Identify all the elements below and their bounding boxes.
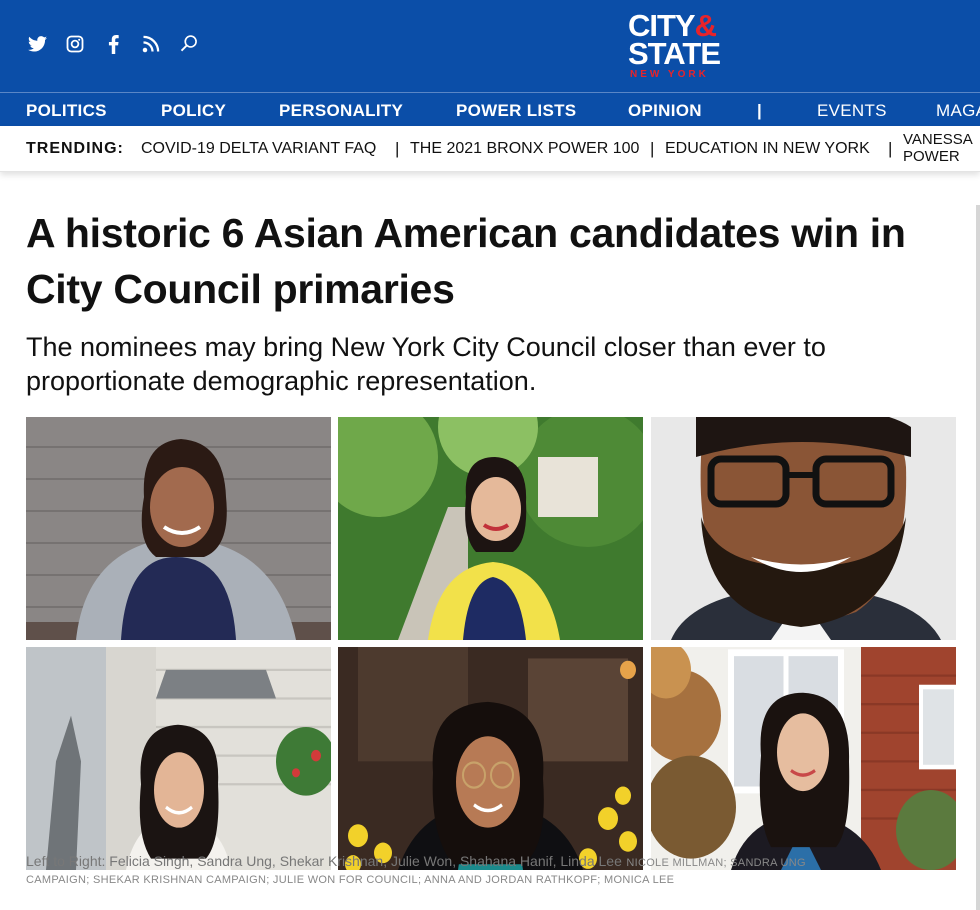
trending-link-3[interactable]: EDUCATION IN NEW YORK [665,140,870,158]
trending-link-4[interactable]: VANESSA POWER [903,131,973,165]
trending-separator: | [888,139,893,158]
candidate-photo [338,417,643,640]
trending-label: TRENDING: [26,140,124,157]
trending-separator: | [650,139,655,158]
nav-item-politics[interactable]: POLITICS [26,101,107,121]
lead-photo-collage [26,417,956,870]
scrollbar-track[interactable] [976,205,980,910]
nav-item-personality[interactable]: PERSONALITY [279,101,403,121]
rss-icon[interactable] [140,33,162,55]
main-nav: POLITICS POLICY PERSONALITY POWER LISTS … [0,92,980,126]
site-header: CITY& STATE NEW YORK [0,0,980,92]
instagram-icon[interactable] [64,33,86,55]
trending-bar: TRENDING: COVID-19 DELTA VARIANT FAQ | T… [0,126,980,172]
photo-caption: Left to Right: Felicia Singh, Sandra Ung… [26,851,966,889]
caption-text: Left to Right: Felicia Singh, Sandra Ung… [26,853,622,869]
facebook-icon[interactable] [102,33,124,55]
nav-item-magazine[interactable]: MAGA [936,101,980,121]
candidate-photo [651,647,956,870]
logo-line3: NEW YORK [630,69,709,80]
candidate-photo [26,647,331,870]
nav-item-power-lists[interactable]: POWER LISTS [456,101,576,121]
article-dek: The nominees may bring New York City Cou… [26,332,826,396]
candidate-photo [26,417,331,640]
trending-link-2[interactable]: THE 2021 BRONX POWER 100 [410,140,639,158]
trending-link-1[interactable]: COVID-19 DELTA VARIANT FAQ [141,140,376,158]
nav-item-opinion[interactable]: OPINION [628,101,702,121]
site-logo[interactable]: CITY& STATE NEW YORK [628,10,728,82]
candidate-photo [338,647,643,870]
logo-line2: STATE [628,36,721,71]
twitter-icon[interactable] [26,33,48,55]
photo-credit: NICOLE MILLMAN; SANDRA UNG [626,857,806,869]
nav-item-policy[interactable]: POLICY [161,101,226,121]
photo-credit-continued: CAMPAIGN; SHEKAR KRISHNAN CAMPAIGN; JULI… [26,874,675,886]
article-headline: A historic 6 Asian American candidates w… [26,210,906,312]
trending-separator: | [395,139,400,158]
search-icon[interactable] [178,33,200,55]
social-links [26,33,200,55]
nav-item-events[interactable]: EVENTS [817,101,887,121]
candidate-photo [651,417,956,640]
nav-divider: | [757,101,763,120]
